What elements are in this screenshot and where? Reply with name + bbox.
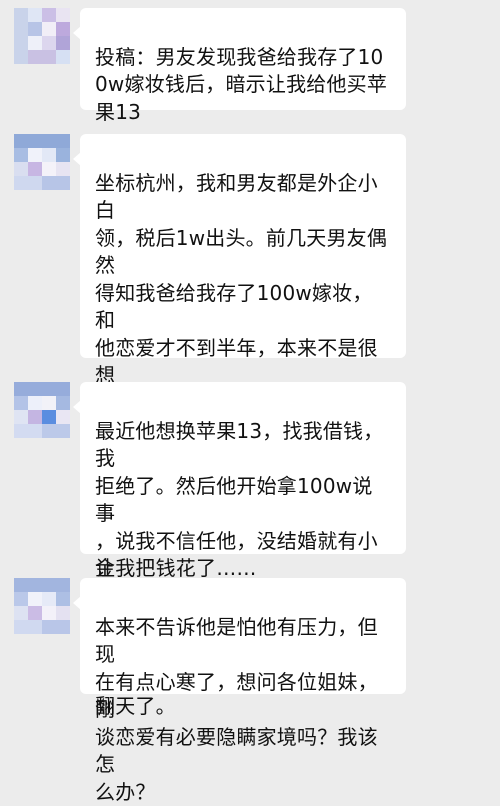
- avatar[interactable]: [14, 578, 70, 634]
- message-bubble[interactable]: 投稿：男友发现我爸给我存了10 0w嫁妆钱后，暗示让我给他买苹 果13: [73, 8, 406, 124]
- message-text: 投稿：男友发现我爸给我存了10 0w嫁妆钱后，暗示让我给他买苹 果13: [95, 44, 388, 124]
- message-bubble[interactable]: 最近他想换苹果13，找我借钱，我 拒绝了。然后他开始拿100w说事 ，说我不信任…: [73, 382, 406, 718]
- message-bubble[interactable]: 坐标杭州，我和男友都是外企小白 领，税后1w出头。前几天男友偶然 得知我爸给我存…: [73, 134, 406, 580]
- indicator-dot: [249, 348, 252, 351]
- message-bubble[interactable]: 本来不告诉他是怕他有压力，但现 在有点心寒了，想问各位姐妹，刚 谈恋爱有必要隐瞒…: [73, 578, 406, 804]
- avatar[interactable]: [14, 382, 70, 438]
- chat-thread: 投稿：男友发现我爸给我存了10 0w嫁妆钱后，暗示让我给他买苹 果13 坐标杭州…: [0, 0, 500, 804]
- avatar[interactable]: [14, 134, 70, 190]
- avatar[interactable]: [14, 8, 70, 64]
